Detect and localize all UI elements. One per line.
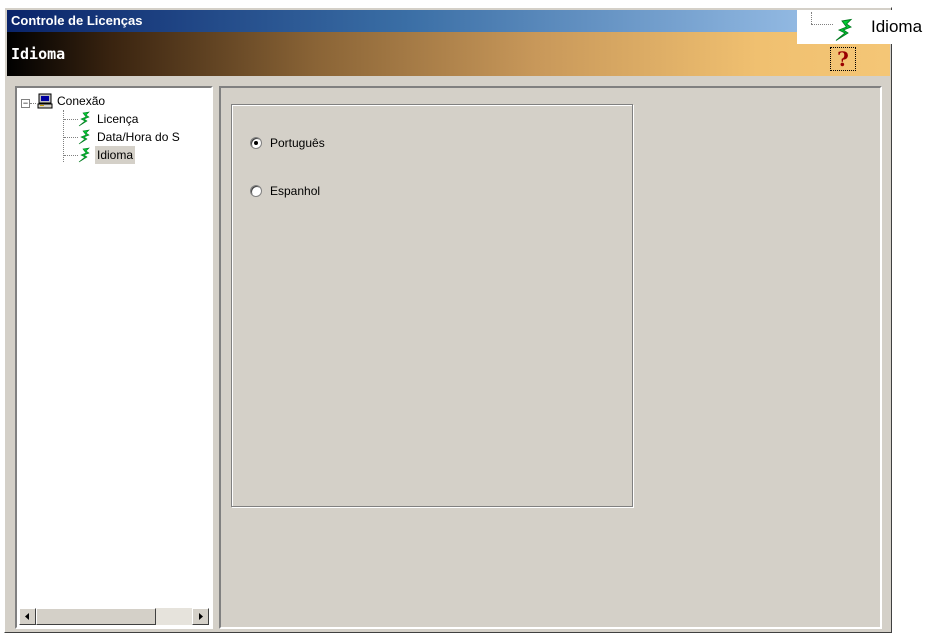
help-button[interactable]: ?	[830, 47, 856, 71]
tree-item-data-hora[interactable]: Data/Hora do S	[17, 128, 207, 146]
tree-horizontal-scrollbar[interactable]	[19, 608, 209, 625]
tree-item-licenca[interactable]: Licença	[17, 110, 207, 128]
tree-connector	[64, 119, 78, 120]
scroll-left-button[interactable]	[19, 608, 36, 625]
section-header: Idioma ?	[7, 32, 890, 76]
lightning-bolt-icon	[835, 18, 853, 41]
radio-label: Português	[270, 136, 325, 150]
radio-label: Espanhol	[270, 184, 321, 198]
content-panel: Português Espanhol	[219, 86, 882, 629]
language-group: Português Espanhol	[231, 104, 633, 507]
scroll-right-button[interactable]	[192, 608, 209, 625]
license-control-window: Controle de Licenças Idioma ? − Conexão	[4, 7, 892, 633]
lightning-bolt-icon	[78, 147, 90, 163]
tree-item-conexao[interactable]: − Conexão	[17, 92, 207, 110]
drag-preview-label: Idioma	[871, 17, 923, 36]
collapse-icon[interactable]: −	[21, 99, 30, 108]
tree-item-label: Licença	[97, 112, 139, 126]
scrollbar-thumb[interactable]	[36, 608, 156, 625]
arrow-left-icon	[25, 613, 29, 620]
lightning-bolt-icon	[78, 129, 90, 145]
settings-tree[interactable]: − Conexão Licença Data/Hora do S Idioma	[15, 86, 213, 629]
radio-button-icon[interactable]	[250, 137, 262, 149]
section-title: Idioma	[11, 45, 66, 63]
radio-button-icon[interactable]	[250, 185, 262, 197]
tree-item-label: Conexão	[57, 94, 106, 108]
lightning-bolt-icon	[78, 111, 90, 127]
tree-item-idioma[interactable]: Idioma	[17, 146, 207, 164]
arrow-right-icon	[199, 613, 203, 620]
tree-item-label: Data/Hora do S	[97, 130, 180, 144]
radio-dot-icon	[254, 141, 258, 145]
tree-connector	[811, 24, 833, 25]
drag-preview: Idioma	[797, 10, 938, 44]
tree-item-label-selected: Idioma	[95, 146, 136, 164]
computer-icon	[37, 93, 53, 109]
tree-connector	[64, 155, 78, 156]
question-mark-icon: ?	[837, 47, 849, 71]
tree-connector	[30, 103, 36, 104]
tree-connector	[64, 137, 78, 138]
window-title: Controle de Licenças	[7, 10, 890, 32]
tree-connector	[811, 12, 812, 24]
